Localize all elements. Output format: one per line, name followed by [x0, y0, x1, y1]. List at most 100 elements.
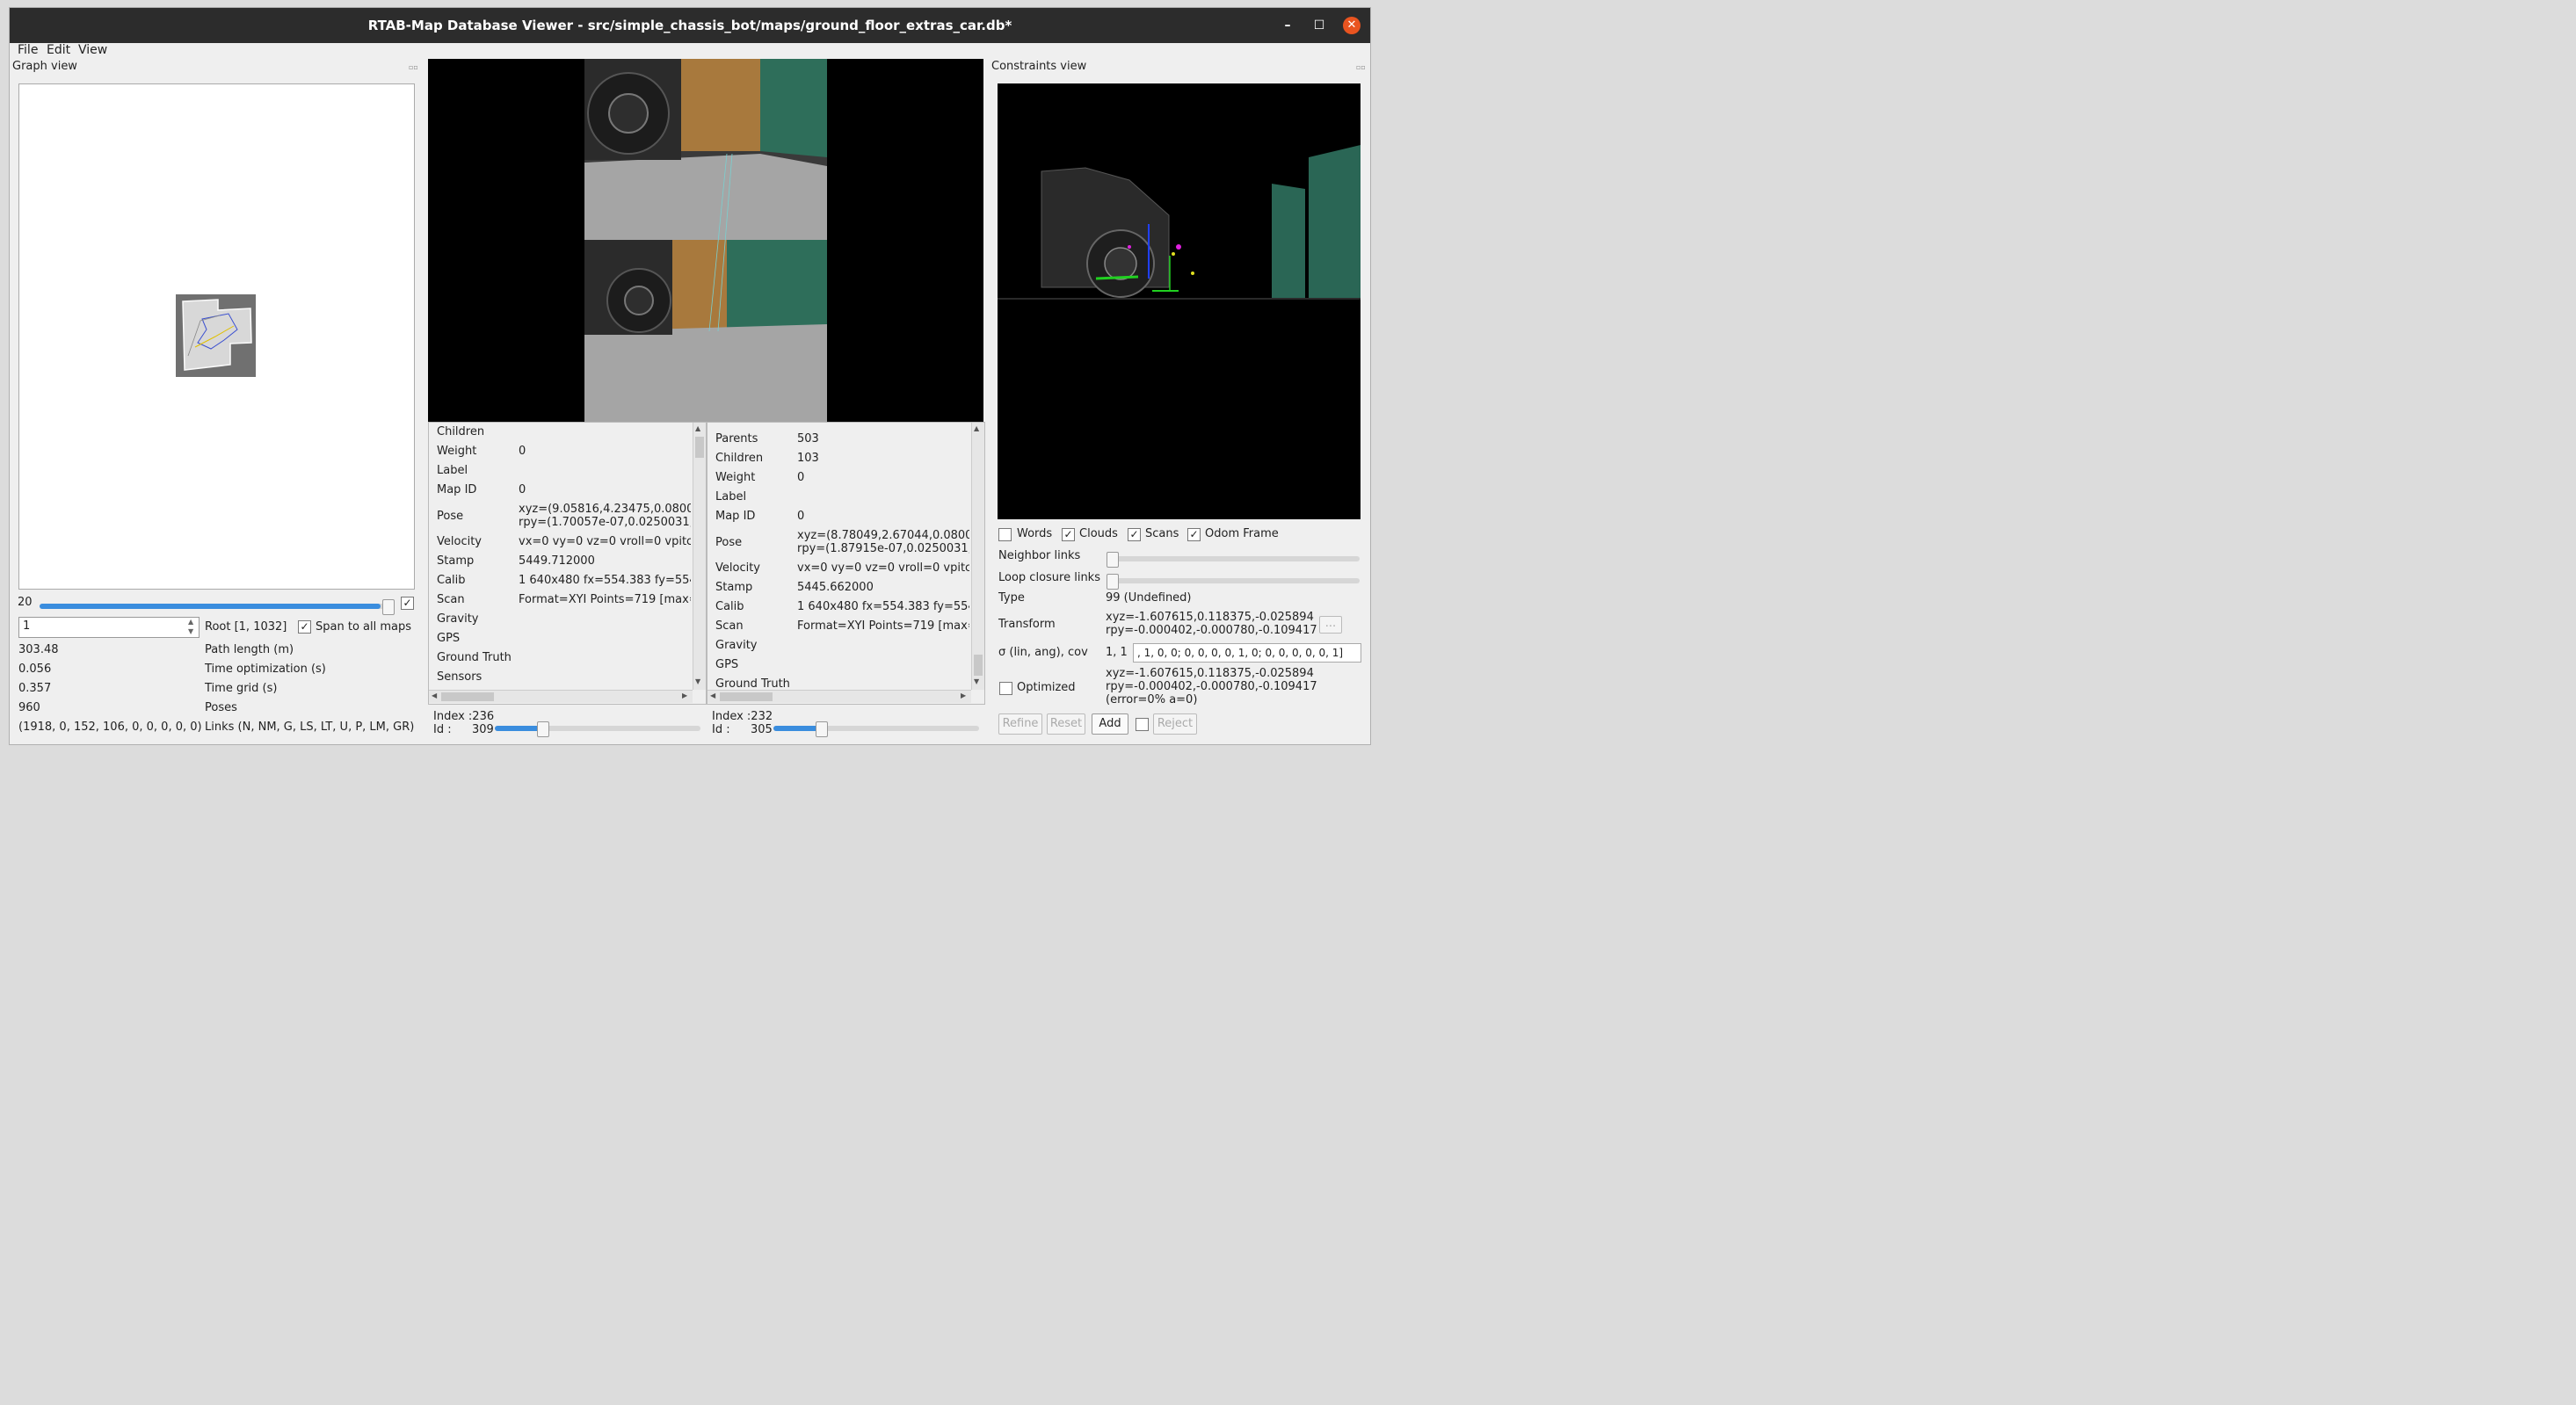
covariance-field[interactable]: , 1, 0, 0; 0, 0, 0, 0, 1, 0; 0, 0, 0, 0,… [1133, 643, 1361, 663]
info-key: Ground Truth [437, 651, 512, 664]
info-key: Sensors [437, 670, 483, 684]
scroll-thumb[interactable] [974, 655, 983, 676]
spin-down-icon[interactable]: ▼ [188, 627, 193, 635]
info-value: Format=XYI Points=719 [max= [797, 619, 969, 633]
info-key: Children [715, 452, 764, 465]
left-index-slider-fill [495, 726, 542, 731]
refine-button[interactable]: Refine [998, 713, 1042, 735]
transform-line1: xyz=-1.607615,0.118375,-0.025894 [1106, 611, 1314, 624]
root-spinbox-value: 1 [23, 619, 31, 633]
reset-button[interactable]: Reset [1047, 713, 1085, 735]
dock-float-icon[interactable]: ▫▫ [409, 63, 418, 71]
info-key: Label [715, 490, 747, 503]
info-value: Format=XYI Points=719 [max= [519, 593, 691, 606]
image-view[interactable] [428, 59, 983, 422]
maximize-icon[interactable]: ☐ [1310, 17, 1328, 34]
info-value: 0 [797, 471, 805, 484]
spin-up-icon[interactable]: ▲ [188, 618, 193, 626]
info-key: Velocity [715, 561, 760, 575]
info-value: 1 640x480 fx=554.383 fy=554 [797, 600, 969, 613]
transform-edit-button[interactable]: ... [1319, 616, 1342, 634]
info-key: Velocity [437, 535, 482, 548]
info-value: rpy=(1.70057e-07,0.0250031,1 [519, 516, 691, 529]
left-id-value: 309 [472, 723, 494, 736]
menu-edit[interactable]: Edit [47, 43, 70, 57]
odom-frame-checkbox[interactable]: ✓ [1187, 528, 1201, 541]
reject-checkbox[interactable] [1136, 718, 1149, 731]
menu-file[interactable]: File [18, 43, 38, 57]
menu-bar: File Edit View [10, 43, 1370, 61]
scroll-right-icon[interactable]: ▶ [961, 692, 966, 699]
add-button[interactable]: Add [1092, 713, 1128, 735]
stat-label: Poses [205, 701, 237, 714]
graph-scale-slider-handle[interactable] [382, 599, 395, 615]
minimize-icon[interactable]: – [1279, 17, 1296, 34]
left-id-label: Id : [433, 723, 452, 736]
info-key: Map ID [437, 483, 477, 496]
left-index-slider-handle[interactable] [536, 721, 549, 737]
scroll-left-icon[interactable]: ◀ [432, 692, 437, 699]
title-bar: RTAB-Map Database Viewer - src/simple_ch… [10, 8, 1370, 43]
close-icon[interactable]: ✕ [1343, 17, 1361, 34]
scans-label: Scans [1145, 527, 1179, 540]
root-range-label: Root [1, 1032] [205, 620, 287, 634]
right-id-label: Id : [712, 723, 730, 736]
left-info-vscrollbar[interactable]: ▲ ▼ [693, 423, 706, 690]
info-value: xyz=(9.05816,4.23475,0.08000 [519, 503, 691, 516]
scroll-up-icon[interactable]: ▲ [974, 424, 979, 432]
scroll-left-icon[interactable]: ◀ [710, 692, 715, 699]
right-info-vscrollbar[interactable]: ▲ ▼ [971, 423, 984, 690]
neighbor-links-slider[interactable] [1107, 556, 1360, 561]
constraints-view-title: Constraints view [991, 60, 1087, 73]
scans-checkbox[interactable]: ✓ [1128, 528, 1141, 541]
graph-canvas[interactable] [18, 83, 415, 590]
info-key: Pose [715, 536, 743, 549]
left-node-info-panel[interactable]: Children Weight 0 Label Map ID 0 Pose xy… [428, 422, 707, 705]
scroll-up-icon[interactable]: ▲ [695, 424, 700, 432]
right-index-slider-fill [773, 726, 821, 731]
neighbor-links-label: Neighbor links [998, 549, 1081, 562]
main-window: RTAB-Map Database Viewer - src/simple_ch… [9, 7, 1371, 745]
left-info-hscrollbar[interactable]: ◀ ▶ [429, 690, 693, 703]
transform-line2: rpy=-0.000402,-0.000780,-0.109417 [1106, 624, 1317, 637]
clouds-label: Clouds [1079, 527, 1118, 540]
clouds-checkbox[interactable]: ✓ [1062, 528, 1075, 541]
type-value: 99 (Undefined) [1106, 591, 1192, 605]
scroll-right-icon[interactable]: ▶ [682, 692, 687, 699]
words-checkbox[interactable] [998, 528, 1012, 541]
loop-closure-links-slider[interactable] [1107, 578, 1360, 583]
optimized-checkbox[interactable] [999, 682, 1012, 695]
scroll-thumb[interactable] [695, 437, 704, 458]
right-node-info-panel[interactable]: Parents 503 Children 103 Weight 0 Label … [707, 422, 985, 705]
info-key: Weight [715, 471, 756, 484]
point-cloud-render [998, 83, 1361, 519]
optimized-line1: xyz=-1.607615,0.118375,-0.025894 [1106, 667, 1314, 680]
camera-image-pair [428, 59, 983, 422]
graph-slider-value: 20 [18, 596, 33, 609]
neighbor-links-slider-handle[interactable] [1107, 552, 1119, 568]
graph-slider-checkbox[interactable]: ✓ [401, 597, 414, 610]
right-index-slider-handle[interactable] [815, 721, 828, 737]
reject-button[interactable]: Reject [1153, 713, 1197, 735]
right-info-hscrollbar[interactable]: ◀ ▶ [707, 690, 971, 703]
constraints-3d-view[interactable] [998, 83, 1361, 519]
loop-closure-links-slider-handle[interactable] [1107, 574, 1119, 590]
scroll-thumb[interactable] [441, 692, 494, 701]
root-spinbox[interactable]: 1 ▲ ▼ [18, 617, 200, 638]
scroll-down-icon[interactable]: ▼ [974, 677, 979, 685]
info-key: Label [437, 464, 468, 477]
dock-float-icon[interactable]: ▫▫ [1356, 63, 1366, 71]
stat-value: 960 [18, 701, 40, 714]
scroll-down-icon[interactable]: ▼ [695, 677, 700, 685]
occupancy-map-thumbnail [176, 294, 256, 377]
window-title: RTAB-Map Database Viewer - src/simple_ch… [367, 18, 1012, 33]
loop-closure-links-label: Loop closure links [998, 571, 1100, 584]
transform-label: Transform [998, 618, 1056, 631]
span-all-maps-checkbox[interactable]: ✓ [298, 620, 311, 634]
sigma-label: σ (lin, ang), cov [998, 646, 1088, 659]
info-value: 0 [519, 445, 526, 458]
scroll-thumb[interactable] [720, 692, 773, 701]
info-key: Parents [715, 432, 758, 445]
menu-view[interactable]: View [78, 43, 107, 57]
info-value: vx=0 vy=0 vz=0 vroll=0 vpitc [797, 561, 969, 575]
